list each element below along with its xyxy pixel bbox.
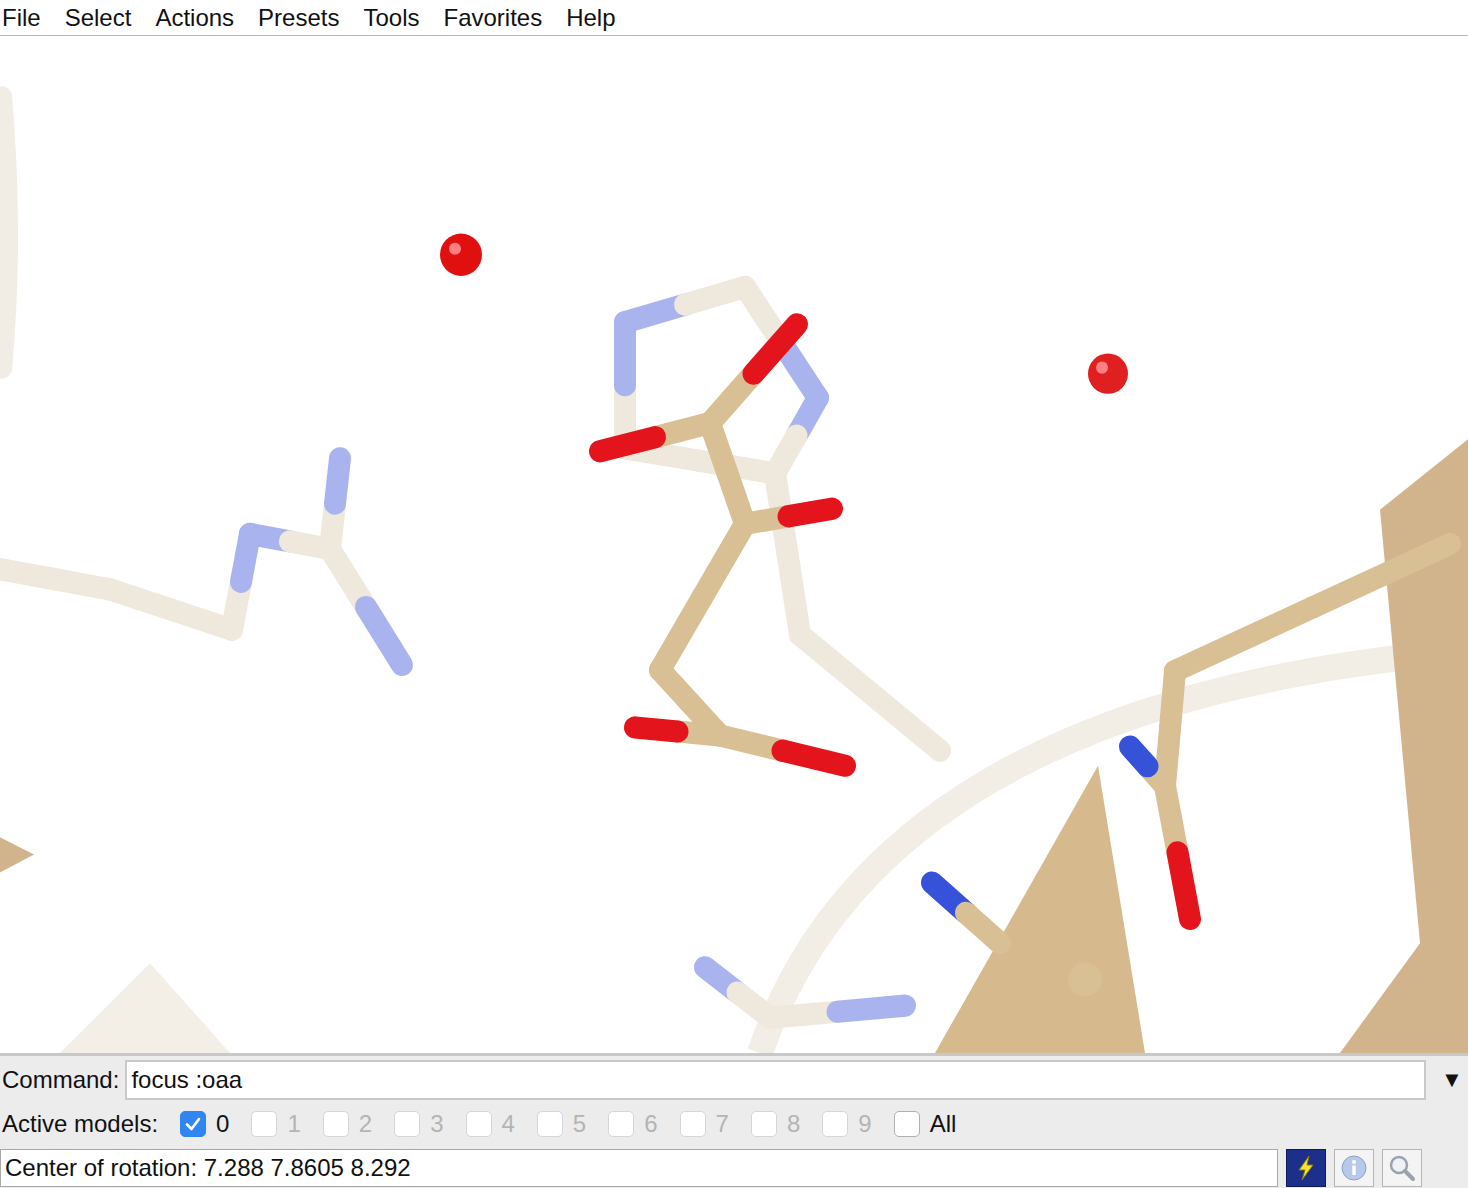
menu-item[interactable]: File [2, 4, 41, 32]
menu-item[interactable]: Presets [258, 4, 339, 32]
status-text: Center of rotation: 7.288 7.8605 8.292 [0, 1149, 1278, 1187]
model-checkbox: 4 [466, 1110, 515, 1138]
command-row: Command:focus :oaa ▼ [0, 1053, 1468, 1104]
checkbox-box [894, 1111, 920, 1137]
model-checkbox: 2 [323, 1110, 372, 1138]
menu-item[interactable]: Actions [155, 4, 234, 32]
search-button[interactable] [1382, 1149, 1422, 1187]
model-checkbox: 9 [822, 1110, 871, 1138]
magnifier-icon [1387, 1153, 1417, 1183]
lightning-button[interactable] [1286, 1149, 1326, 1187]
info-button[interactable] [1334, 1149, 1374, 1187]
info-icon [1339, 1153, 1369, 1183]
model-checkbox: 7 [680, 1110, 729, 1138]
model-checkbox: 5 [537, 1110, 586, 1138]
model-checkbox[interactable]: All [894, 1110, 957, 1138]
checkbox-box [394, 1111, 420, 1137]
checkbox-box [180, 1111, 206, 1137]
active-models-row: Active models: 0123456789 All [0, 1104, 1468, 1148]
water-atom[interactable] [440, 234, 482, 276]
checkbox-box [251, 1111, 277, 1137]
model-checkbox: 8 [751, 1110, 800, 1138]
checkbox-box [680, 1111, 706, 1137]
graphics-viewport[interactable] [0, 36, 1468, 1053]
menu-item[interactable]: Tools [363, 4, 419, 32]
checkbox-box [466, 1111, 492, 1137]
command-history-button[interactable]: ▼ [1436, 1061, 1468, 1099]
model-checkbox[interactable]: 0 [180, 1110, 229, 1138]
checkbox-box [608, 1111, 634, 1137]
checkbox-box [822, 1111, 848, 1137]
menu-bar: File Select Actions Presets Tools Favorites He… [0, 0, 1468, 36]
chimera-window: File Select Actions Presets Tools Favorites He… [0, 0, 1468, 1188]
model-checkbox: 3 [394, 1110, 443, 1138]
water-atom[interactable] [1088, 353, 1128, 393]
checkbox-box [323, 1111, 349, 1137]
checkbox-box [751, 1111, 777, 1137]
checkbox-box [537, 1111, 563, 1137]
check-icon [183, 1114, 203, 1134]
command-input[interactable]: focus :oaa [125, 1060, 1426, 1100]
command-label: Command: [2, 1066, 119, 1094]
molecule-scene[interactable] [0, 36, 1468, 1053]
model-checkbox: 6 [608, 1110, 657, 1138]
status-bar: Center of rotation: 7.288 7.8605 8.292 [0, 1148, 1468, 1188]
model-checkbox: 1 [251, 1110, 300, 1138]
lightning-icon [1291, 1153, 1321, 1183]
menu-item[interactable]: Help [566, 4, 615, 32]
active-models-label: Active models: [2, 1110, 158, 1138]
menu-item[interactable]: Favorites [443, 4, 542, 32]
menu-item[interactable]: Select [65, 4, 132, 32]
